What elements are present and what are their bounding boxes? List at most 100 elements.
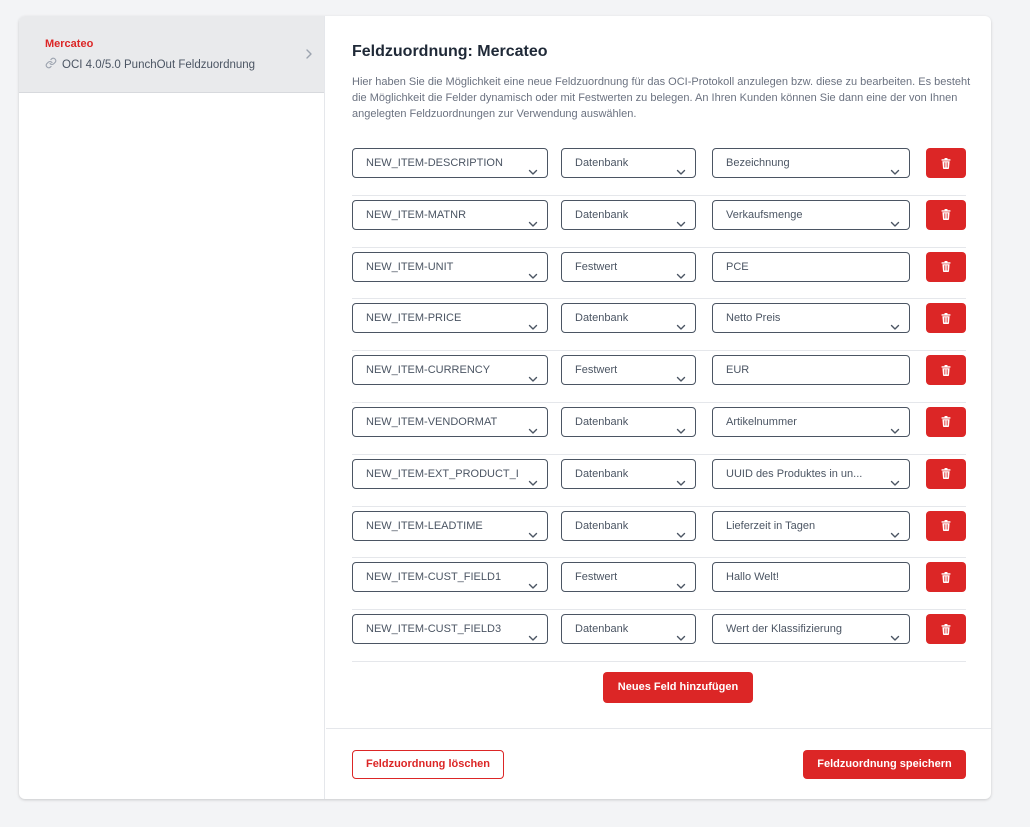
mode-select[interactable]: Datenbank [561, 303, 696, 334]
value-input[interactable]: Hallo Welt! [712, 562, 910, 593]
field-select[interactable]: NEW_ITEM-PRICE [352, 303, 548, 334]
field-select[interactable]: NEW_ITEM-CURRENCY [352, 355, 548, 386]
delete-row-button[interactable] [926, 251, 966, 282]
delete-row-button[interactable] [926, 303, 966, 334]
chevron-down-icon [890, 625, 900, 643]
delete-row-button[interactable] [926, 406, 966, 437]
chevron-down-icon [890, 159, 900, 177]
chevron-down-icon [676, 418, 686, 436]
value-input-text: EUR [726, 364, 750, 377]
field-select[interactable]: NEW_ITEM-LEADTIME [352, 510, 548, 541]
trash-icon [941, 261, 951, 273]
sidebar-item-mercateo[interactable]: Mercateo OCI 4.0/5.0 PunchOut Feldzuordn… [19, 16, 324, 93]
field-select[interactable]: NEW_ITEM-CUST_FIELD3 [352, 614, 548, 645]
add-field-button[interactable]: Neues Feld hinzufügen [603, 672, 753, 703]
chevron-down-icon [890, 522, 900, 540]
page-title: Feldzuordnung: Mercateo [352, 43, 548, 60]
mode-select-value: Festwert [575, 260, 618, 273]
value-select[interactable]: Wert der Klassifizierung [712, 614, 910, 645]
value-select-value: Verkaufsmenge [726, 208, 803, 221]
chevron-down-icon [528, 366, 538, 384]
field-select-value: NEW_ITEM-DESCRIPTION [366, 157, 503, 169]
chevron-down-icon [676, 625, 686, 643]
mapping-row: NEW_ITEM-LEADTIME Datenbank Lieferzeit in … [352, 507, 966, 559]
chevron-down-icon [676, 263, 686, 281]
mode-select[interactable]: Datenbank [561, 199, 696, 230]
trash-icon [941, 312, 951, 324]
delete-row-button[interactable] [926, 355, 966, 386]
chevron-down-icon [676, 314, 686, 332]
chevron-down-icon [676, 159, 686, 177]
delete-row-button[interactable] [926, 510, 966, 541]
delete-row-button[interactable] [926, 148, 966, 178]
delete-row-button[interactable] [926, 458, 966, 489]
mode-select[interactable]: Datenbank [561, 458, 696, 489]
field-select[interactable]: NEW_ITEM-EXT_PRODUCT_I [352, 458, 548, 489]
mapping-row: NEW_ITEM-MATNR Datenbank Verkaufsmenge [352, 196, 966, 248]
chevron-down-icon [890, 211, 900, 229]
value-input[interactable]: EUR [712, 355, 910, 386]
field-select[interactable]: NEW_ITEM-DESCRIPTION [352, 148, 548, 178]
mapping-row: NEW_ITEM-DESCRIPTION Datenbank Bezeichnung [352, 144, 966, 196]
chevron-down-icon [528, 522, 538, 540]
mode-select[interactable]: Datenbank [561, 406, 696, 437]
settings-card: Mercateo OCI 4.0/5.0 PunchOut Feldzuordn… [19, 16, 991, 799]
mapping-row: NEW_ITEM-CURRENCY Festwert EUR [352, 351, 966, 403]
mapping-row: NEW_ITEM-EXT_PRODUCT_I Datenbank UUID des … [352, 455, 966, 507]
delete-row-button[interactable] [926, 614, 966, 645]
value-input[interactable]: PCE [712, 251, 910, 282]
value-select[interactable]: Netto Preis [712, 303, 910, 334]
value-select[interactable]: Verkaufsmenge [712, 199, 910, 230]
chevron-down-icon [676, 573, 686, 591]
mode-select[interactable]: Festwert [561, 562, 696, 593]
value-select-value: Netto Preis [726, 312, 781, 325]
field-select-value: NEW_ITEM-UNIT [366, 260, 454, 273]
field-select-value: NEW_ITEM-PRICE [366, 312, 462, 325]
field-select[interactable]: NEW_ITEM-CUST_FIELD1 [352, 562, 548, 593]
field-select-value: NEW_ITEM-MATNR [366, 208, 467, 221]
field-select[interactable]: NEW_ITEM-MATNR [352, 199, 548, 230]
mode-select-value: Datenbank [575, 467, 629, 480]
chevron-down-icon [528, 625, 538, 643]
value-select[interactable]: UUID des Produktes in un... [712, 458, 910, 489]
field-select-value: NEW_ITEM-EXT_PRODUCT_I [366, 467, 519, 480]
trash-icon [941, 157, 951, 169]
mode-select-value: Datenbank [575, 312, 629, 325]
trash-icon [941, 623, 951, 635]
value-select[interactable]: Artikelnummer [712, 406, 910, 437]
mode-select[interactable]: Festwert [561, 251, 696, 282]
mode-select[interactable]: Festwert [561, 355, 696, 386]
trash-icon [941, 209, 951, 221]
chevron-down-icon [528, 470, 538, 488]
chevron-down-icon [890, 418, 900, 436]
field-select[interactable]: NEW_ITEM-UNIT [352, 251, 548, 282]
save-mapping-button[interactable]: Feldzuordnung speichern [803, 750, 966, 779]
delete-mapping-button[interactable]: Feldzuordnung löschen [352, 750, 504, 779]
chevron-down-icon [528, 314, 538, 332]
mode-select-value: Festwert [575, 364, 618, 377]
mapping-row: NEW_ITEM-PRICE Datenbank Netto Preis [352, 299, 966, 352]
value-select-value: UUID des Produktes in un... [726, 467, 863, 480]
sidebar-item-subtitle: OCI 4.0/5.0 PunchOut Feldzuordnung [62, 59, 256, 71]
field-select-value: NEW_ITEM-CUST_FIELD1 [366, 571, 502, 584]
field-select-value: NEW_ITEM-CURRENCY [366, 364, 491, 377]
mode-select[interactable]: Datenbank [561, 614, 696, 645]
chevron-down-icon [676, 211, 686, 229]
chevron-down-icon [890, 470, 900, 488]
value-select-value: Wert der Klassifizierung [726, 623, 842, 636]
chevron-down-icon [528, 159, 538, 177]
field-select[interactable]: NEW_ITEM-VENDORMAT [352, 406, 548, 437]
mode-select-value: Datenbank [575, 415, 629, 428]
mode-select[interactable]: Datenbank [561, 148, 696, 178]
trash-icon [941, 364, 951, 376]
delete-row-button[interactable] [926, 562, 966, 593]
mode-select-value: Datenbank [575, 208, 629, 221]
mode-select[interactable]: Datenbank [561, 510, 696, 541]
footer: Feldzuordnung löschen Feldzuordnung spei… [326, 728, 991, 799]
mapping-row: NEW_ITEM-CUST_FIELD3 Datenbank Wert der Kl… [352, 610, 966, 662]
value-select[interactable]: Lieferzeit in Tagen [712, 510, 910, 541]
chevron-right-icon [305, 47, 313, 65]
value-select[interactable]: Bezeichnung [712, 148, 910, 178]
main-panel: Feldzuordnung: Mercateo Hier haben Sie d… [326, 16, 991, 799]
delete-row-button[interactable] [926, 199, 966, 230]
